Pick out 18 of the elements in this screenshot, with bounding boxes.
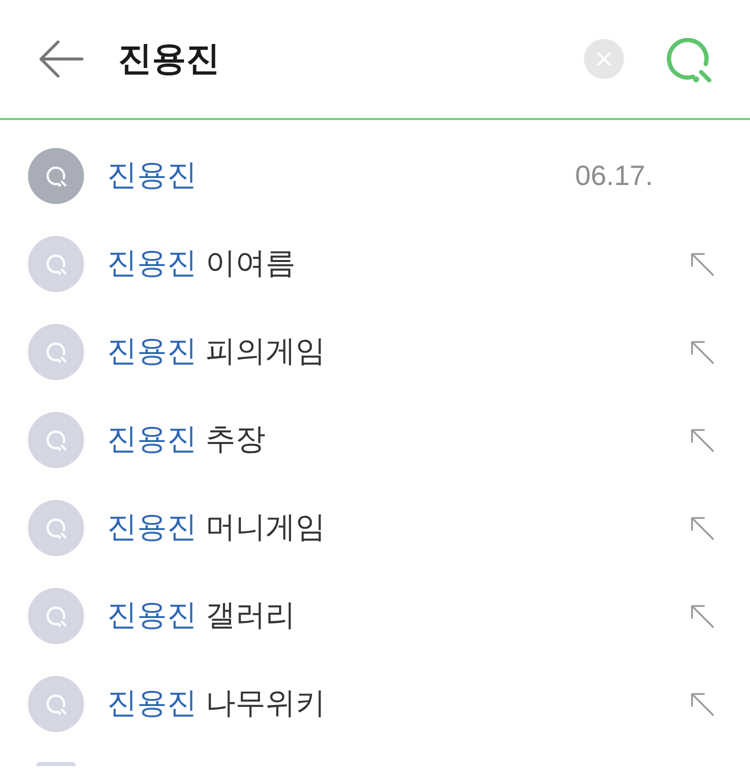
fill-in-arrow-button[interactable] — [688, 426, 716, 454]
fill-in-arrow-button[interactable] — [688, 514, 716, 542]
fill-in-arrow-button[interactable] — [688, 338, 716, 366]
search-field[interactable]: 진용진 — [118, 37, 584, 81]
back-button[interactable] — [38, 39, 84, 79]
search-date: 06.17. — [575, 159, 653, 193]
suggestion-text[interactable]: 진용진 피의게임 — [107, 334, 326, 370]
search-history-icon — [36, 762, 76, 766]
close-icon — [597, 52, 611, 66]
suggestion-text[interactable]: 진용진 갤러리 — [107, 598, 296, 634]
suggestion-text[interactable]: 진용진 나무위키 — [107, 686, 326, 722]
fill-in-arrow-button[interactable] — [688, 250, 716, 278]
fill-in-arrow-button[interactable] — [688, 602, 716, 630]
fill-in-arrow-button[interactable] — [688, 690, 716, 718]
suggestion-text[interactable]: 진용진 이여름 — [107, 246, 296, 282]
suggestion-text[interactable]: 진용진 머니게임 — [107, 510, 326, 546]
suggestion-text[interactable]: 진용진 추장 — [107, 422, 266, 458]
suggestion-text[interactable]: 진용진 — [107, 158, 197, 194]
